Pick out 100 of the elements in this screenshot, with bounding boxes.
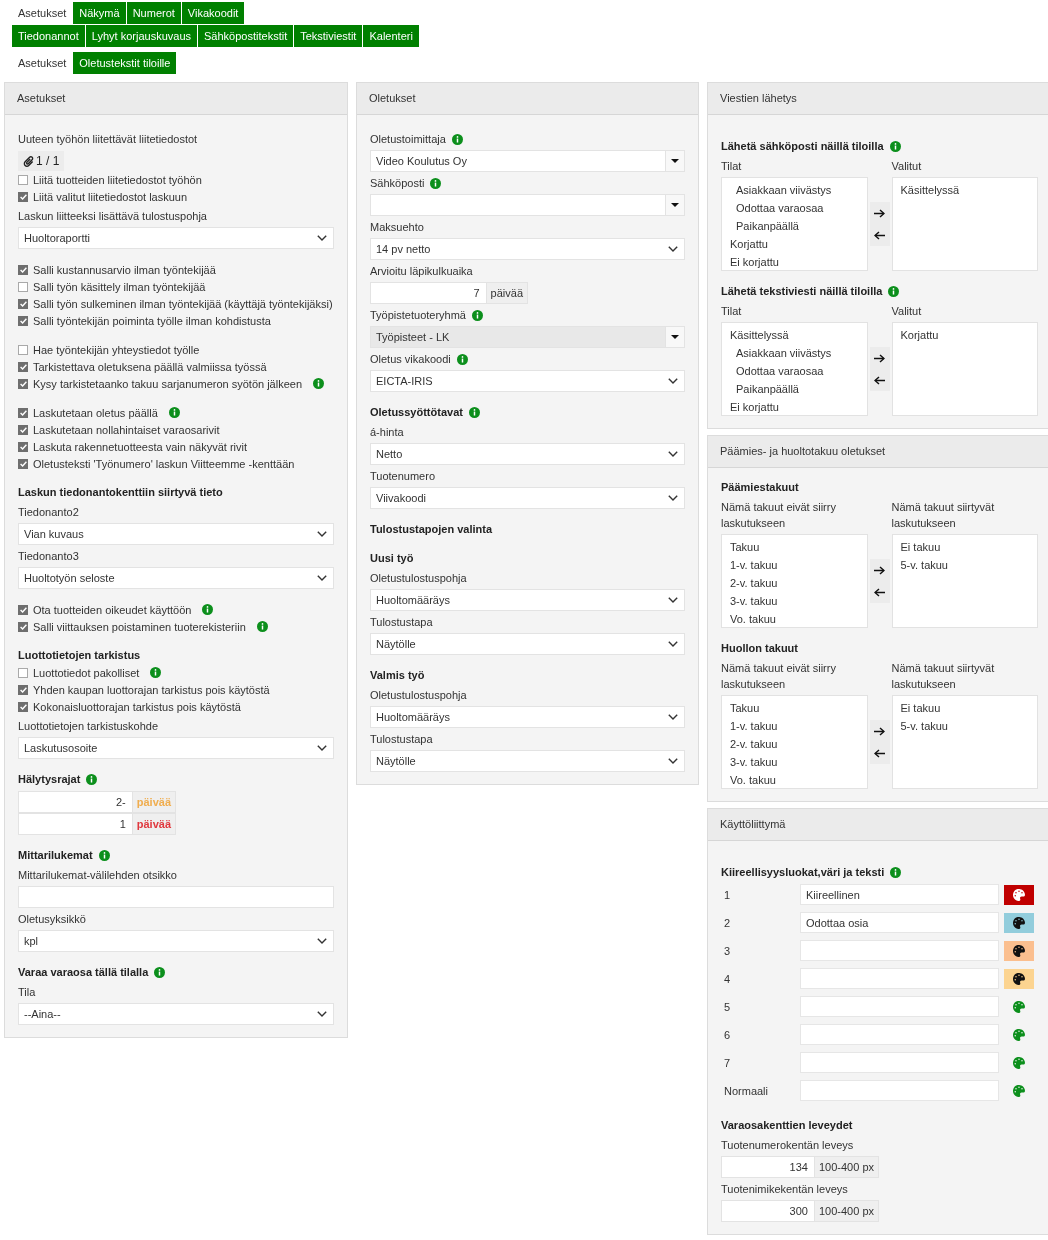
color-swatch-button[interactable] xyxy=(1004,940,1034,961)
list-box[interactable]: Takuu 1-v. takuu 2-v. takuu 3-v. takuu Vo. takuu xyxy=(721,695,868,789)
list-box[interactable]: Korjattu xyxy=(891,322,1038,416)
checkbox-label[interactable]: Salli työntekijän poiminta työlle ilman kohdistusta xyxy=(33,314,271,327)
checkbox[interactable] xyxy=(18,281,28,292)
dropdown-button[interactable] xyxy=(666,326,685,348)
text-input[interactable] xyxy=(800,1052,999,1073)
checkbox[interactable] xyxy=(18,191,28,202)
list-item[interactable]: Takuu xyxy=(722,538,867,556)
move-left-button[interactable] xyxy=(869,742,890,764)
list-item[interactable]: Ei takuu xyxy=(892,699,1037,717)
dropdown-button[interactable] xyxy=(666,194,685,216)
select-field[interactable]: Huoltomääräys xyxy=(370,589,685,611)
checkbox-label[interactable]: Laskuta rakennetuotteesta vain näkyvät rivit xyxy=(33,440,247,453)
move-right-button[interactable] xyxy=(869,559,890,581)
list-item[interactable]: Ei korjattu xyxy=(722,253,867,271)
checkbox-label[interactable]: Ota tuotteiden oikeudet käyttöön xyxy=(33,603,192,616)
text-input[interactable] xyxy=(800,1080,999,1101)
tab[interactable]: Vikakoodit xyxy=(181,2,245,24)
move-right-button[interactable] xyxy=(869,720,890,742)
tab[interactable]: Lyhyt korjauskuvaus xyxy=(85,25,198,47)
list-item[interactable]: 5-v. takuu xyxy=(892,717,1037,735)
list-item[interactable]: Odottaa varaosaa xyxy=(722,199,867,217)
checkbox[interactable] xyxy=(18,407,28,418)
number-input[interactable]: 2- xyxy=(18,791,133,813)
checkbox[interactable] xyxy=(18,667,28,678)
select-field[interactable]: Huoltotyön seloste xyxy=(18,567,334,589)
list-item[interactable]: 2-v. takuu xyxy=(722,735,867,753)
checkbox[interactable] xyxy=(18,264,28,275)
list-box[interactable]: Asiakkaan viivästys Odottaa varaosaa Paikanpäällä Korjattu Ei korjattu xyxy=(721,177,868,271)
list-box[interactable]: Ei takuu 5-v. takuu xyxy=(891,534,1038,628)
checkbox[interactable] xyxy=(18,298,28,309)
checkbox-label[interactable]: Salli työn käsittely ilman työntekijää xyxy=(33,280,206,293)
list-item[interactable]: Käsittelyssä xyxy=(892,181,1037,199)
checkbox[interactable] xyxy=(18,361,28,372)
list-item[interactable]: Vo. takuu xyxy=(722,610,867,628)
checkbox-label[interactable]: Oletusteksti 'Työnumero' laskun Viitteemme -kenttään xyxy=(33,457,295,470)
checkbox[interactable] xyxy=(18,701,28,712)
tab[interactable]: Numerot xyxy=(126,2,181,24)
list-box[interactable]: Takuu 1-v. takuu 2-v. takuu 3-v. takuu Vo. takuu xyxy=(721,534,868,628)
checkbox-label[interactable]: Salli työn sulkeminen ilman työntekijää (käyttäjä työntekijäksi) xyxy=(33,297,333,310)
checkbox[interactable] xyxy=(18,458,28,469)
list-item[interactable]: Ei korjattu xyxy=(722,398,867,416)
select-field[interactable]: Huoltoraportti xyxy=(18,227,334,249)
tab[interactable]: Tekstiviestit xyxy=(294,25,363,47)
combo-input[interactable]: Video Koulutus Oy xyxy=(370,150,666,172)
list-item[interactable]: Käsittelyssä xyxy=(722,326,867,344)
move-right-button[interactable] xyxy=(869,347,890,369)
select-field[interactable]: Laskutusosoite xyxy=(18,737,334,759)
checkbox-label[interactable]: Salli kustannusarvio ilman työntekijää xyxy=(33,263,216,276)
select-field[interactable]: Netto xyxy=(370,443,685,465)
list-item[interactable]: Ei takuu xyxy=(892,538,1037,556)
select-field[interactable]: EICTA-IRIS xyxy=(370,370,685,392)
text-input[interactable] xyxy=(800,968,999,989)
list-item[interactable]: Asiakkaan viivästys xyxy=(722,181,867,199)
color-swatch-button[interactable] xyxy=(1004,968,1034,989)
list-box[interactable]: Käsittelyssä xyxy=(891,177,1038,271)
checkbox-label[interactable]: Yhden kaupan luottorajan tarkistus pois käytöstä xyxy=(33,683,270,696)
checkbox-label[interactable]: Laskutetaan oletus päällä xyxy=(33,406,158,419)
move-left-button[interactable] xyxy=(869,581,890,603)
list-item[interactable]: 1-v. takuu xyxy=(722,717,867,735)
list-item[interactable]: Asiakkaan viivästys xyxy=(722,344,867,362)
list-item[interactable]: 5-v. takuu xyxy=(892,556,1037,574)
move-left-button[interactable] xyxy=(869,369,890,391)
list-item[interactable]: Paikanpäällä xyxy=(722,217,867,235)
tab[interactable]: Kalenteri xyxy=(363,25,419,47)
tab[interactable]: Näkymä xyxy=(73,2,126,24)
text-input[interactable] xyxy=(18,886,334,908)
checkbox[interactable] xyxy=(18,174,28,185)
checkbox[interactable] xyxy=(18,621,28,632)
list-item[interactable]: 2-v. takuu xyxy=(722,574,867,592)
list-item[interactable]: Korjattu xyxy=(722,235,867,253)
list-item[interactable]: Paikanpäällä xyxy=(722,380,867,398)
select-field[interactable]: --Aina-- xyxy=(18,1003,334,1025)
checkbox[interactable] xyxy=(18,424,28,435)
list-item[interactable]: 3-v. takuu xyxy=(722,592,867,610)
select-field[interactable]: Näytölle xyxy=(370,633,685,655)
list-item[interactable]: Takuu xyxy=(722,699,867,717)
checkbox[interactable] xyxy=(18,684,28,695)
checkbox-label[interactable]: Liitä tuotteiden liitetiedostot työhön xyxy=(33,173,202,186)
list-item[interactable]: Korjattu xyxy=(892,326,1037,344)
checkbox-label[interactable]: Tarkistettava oletuksena päällä valmiissa työssä xyxy=(33,360,267,373)
text-input[interactable] xyxy=(800,1024,999,1045)
text-input[interactable] xyxy=(800,996,999,1017)
attachment-button[interactable]: 1 / 1 xyxy=(18,151,65,171)
number-input[interactable]: 300 xyxy=(721,1200,815,1222)
number-input[interactable]: 7 xyxy=(370,282,487,304)
tab[interactable]: Tiedonannot xyxy=(12,25,85,47)
select-field[interactable]: Viivakoodi xyxy=(370,487,685,509)
list-item[interactable]: 1-v. takuu xyxy=(722,556,867,574)
checkbox-label[interactable]: Kysy tarkistetaanko takuu sarjanumeron syötön jälkeen xyxy=(33,377,303,390)
select-field[interactable]: Näytölle xyxy=(370,750,685,772)
dropdown-button[interactable] xyxy=(666,150,685,172)
checkbox[interactable] xyxy=(18,344,28,355)
checkbox[interactable] xyxy=(18,441,28,452)
color-swatch-button[interactable] xyxy=(1004,884,1034,905)
list-box[interactable]: Käsittelyssä Asiakkaan viivästys Odottaa varaosaa Paikanpäällä Ei korjattu xyxy=(721,322,868,416)
checkbox[interactable] xyxy=(18,378,28,389)
checkbox-label[interactable]: Hae työntekijän yhteystiedot työlle xyxy=(33,343,200,356)
list-item[interactable]: Odottaa varaosaa xyxy=(722,362,867,380)
